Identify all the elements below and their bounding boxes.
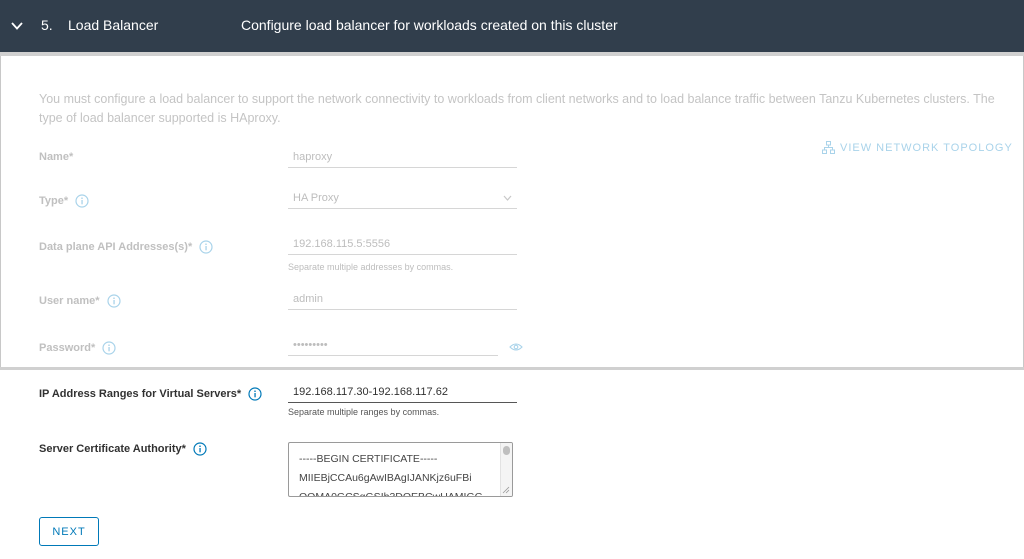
api-addresses-input: 192.168.115.5:5556 <box>288 233 517 255</box>
section-header[interactable]: 5. Load Balancer Configure load balancer… <box>0 0 1024 52</box>
resize-grip-icon[interactable] <box>502 486 510 494</box>
intro-text: You must configure a load balancer to su… <box>39 92 995 125</box>
name-input: haproxy <box>288 146 517 168</box>
topology-icon <box>822 141 835 154</box>
eye-icon[interactable] <box>509 342 523 352</box>
ip-ranges-input[interactable]: 192.168.117.30-192.168.117.62 <box>288 381 517 403</box>
password-input: ••••••••• <box>288 334 498 356</box>
next-button[interactable]: NEXT <box>39 517 99 546</box>
chevron-down-icon <box>503 195 512 201</box>
section-description: Configure load balancer for workloads cr… <box>241 17 618 33</box>
step-number: 5. <box>41 17 53 33</box>
info-icon[interactable] <box>106 294 121 308</box>
name-label: Name* <box>39 151 74 163</box>
info-icon[interactable] <box>102 341 116 355</box>
topology-link-label: VIEW NETWORK TOPOLOGY <box>840 141 1013 154</box>
type-select: HA Proxy <box>288 187 517 209</box>
api-addresses-label: Data plane API Addresses(s)* <box>39 240 213 254</box>
section-title: Load Balancer <box>68 17 159 33</box>
type-label: Type* <box>39 194 89 208</box>
cert-authority-textarea[interactable]: -----BEGIN CERTIFICATE----- MIIEBjCCAu6g… <box>288 442 513 497</box>
chevron-down-icon[interactable] <box>10 19 24 33</box>
ip-ranges-label: IP Address Ranges for Virtual Servers* <box>39 387 262 401</box>
cert-authority-label: Server Certificate Authority* <box>39 442 207 456</box>
view-network-topology-link[interactable]: VIEW NETWORK TOPOLOGY <box>822 141 1013 154</box>
username-label: User name* <box>39 294 121 308</box>
info-icon[interactable] <box>248 387 262 401</box>
ip-ranges-hint: Separate multiple ranges by commas. <box>288 407 440 417</box>
username-input: admin <box>288 288 517 310</box>
cert-line: -----BEGIN CERTIFICATE----- <box>299 453 438 465</box>
info-icon[interactable] <box>75 194 89 208</box>
info-icon[interactable] <box>199 240 213 254</box>
scrollbar-thumb[interactable] <box>503 446 510 455</box>
cert-line: QQMA0GCSqGSIb3DQEBCwUAMIGG <box>299 491 483 497</box>
info-icon[interactable] <box>193 442 207 456</box>
cert-line: MIIEBjCCAu6gAwIBAgIJANKjz6uFBi <box>299 472 472 484</box>
divider <box>0 367 1024 370</box>
api-addresses-hint: Separate multiple addresses by commas. <box>288 262 454 272</box>
password-label: Password* <box>39 341 116 355</box>
